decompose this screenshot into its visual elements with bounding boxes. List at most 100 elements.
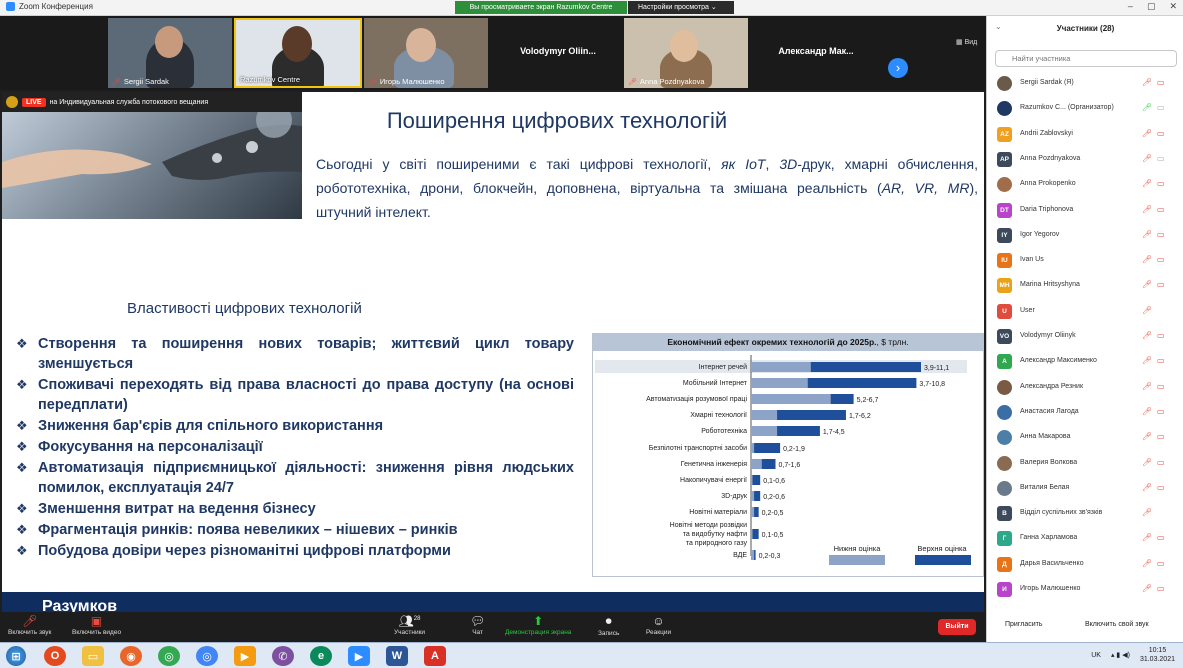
video-tile[interactable]: Александр Мак... <box>752 18 880 88</box>
participant-row[interactable]: Анастасия Лагода 🎤︎ ▭ <box>987 401 1183 426</box>
unmute-audio-button[interactable]: 🎤︎ Включить звук <box>8 614 51 636</box>
camera-off-icon[interactable]: ▭ <box>1157 584 1165 593</box>
language-indicator[interactable]: UK <box>1091 652 1101 659</box>
tray-icons[interactable]: ▴ ▮ ◀) <box>1111 651 1130 659</box>
word-icon[interactable]: W <box>386 646 408 666</box>
invite-button[interactable]: Пригласить <box>1005 621 1042 628</box>
participant-row[interactable]: А Александр Максименко 🎤︎ ▭ <box>987 350 1183 375</box>
camera-off-icon[interactable]: ▭ <box>1157 382 1165 391</box>
mic-off-icon[interactable]: 🎤︎ <box>1142 432 1152 441</box>
start-video-button[interactable]: ▣ Включить видео <box>72 614 121 636</box>
participant-row[interactable]: IU Ivan Us 🎤︎ ▭ <box>987 249 1183 274</box>
camera-off-icon[interactable]: ▭ <box>1157 230 1165 239</box>
camera-off-icon[interactable]: ▭ <box>1157 432 1165 441</box>
participant-search-input[interactable] <box>995 50 1177 67</box>
mic-off-icon[interactable]: 🎤︎ <box>1142 483 1152 492</box>
chrome-icon[interactable]: ◎ <box>158 646 180 666</box>
camera-off-icon[interactable]: ▭ <box>1157 458 1165 467</box>
mic-on-icon[interactable]: 🎤︎ <box>1142 103 1152 112</box>
start-menu-icon[interactable]: ⊞ <box>6 646 26 666</box>
participants-button[interactable]: 👥︎28 Участники <box>394 614 425 636</box>
unmute-self-button[interactable]: Включить свой звук <box>1085 621 1149 628</box>
mic-off-icon[interactable]: 🎤︎ <box>1142 280 1152 289</box>
leave-meeting-button[interactable]: Выйти <box>938 619 976 635</box>
reactions-button[interactable]: ☺ Реакции <box>646 614 671 636</box>
mic-off-icon[interactable]: 🎤︎ <box>1142 458 1152 467</box>
maximize-button[interactable]: ▢ <box>1147 1 1156 12</box>
record-icon: ⏺ <box>605 614 612 628</box>
camera-on-icon[interactable]: ▭ <box>1157 103 1165 112</box>
participant-row[interactable]: Валерия Волкова 🎤︎ ▭ <box>987 452 1183 477</box>
camera-off-icon[interactable]: ▭ <box>1157 407 1165 416</box>
viber-icon[interactable]: ✆ <box>272 646 294 666</box>
mic-off-icon[interactable]: 🎤︎ <box>1142 205 1152 214</box>
video-tile[interactable]: 🎤︎ Anna Pozdnyakova <box>624 18 748 88</box>
participant-row[interactable]: Виталия Белая 🎤︎ ▭ <box>987 477 1183 502</box>
camera-off-icon[interactable]: ▭ <box>1157 255 1165 264</box>
mic-off-icon[interactable]: 🎤︎ <box>1142 382 1152 391</box>
minimize-button[interactable]: – <box>1128 1 1133 12</box>
mic-off-icon[interactable]: 🎤︎ <box>1142 584 1152 593</box>
participant-row[interactable]: U User 🎤︎ <box>987 300 1183 325</box>
share-screen-button[interactable]: ⬆ Демонстрация экрана <box>505 614 571 636</box>
mic-off-icon[interactable]: 🎤︎ <box>1142 407 1152 416</box>
next-page-arrow-icon[interactable]: › <box>888 58 908 78</box>
participant-row[interactable]: В Відділ суспільних зв'язків 🎤︎ <box>987 502 1183 527</box>
camera-on-icon[interactable]: ▭ <box>1157 154 1165 163</box>
camera-off-icon[interactable]: ▭ <box>1157 483 1165 492</box>
view-toggle[interactable]: ▦ Вид <box>956 38 977 46</box>
opera-icon[interactable]: O <box>44 646 66 666</box>
camera-off-icon[interactable]: ▭ <box>1157 356 1165 365</box>
participant-row[interactable]: Александра Резник 🎤︎ ▭ <box>987 376 1183 401</box>
record-button[interactable]: ⏺ Запись <box>598 614 619 637</box>
mic-off-icon[interactable]: 🎤︎ <box>1142 508 1152 517</box>
mic-off-icon[interactable]: 🎤︎ <box>1142 255 1152 264</box>
zoom-taskbar-icon[interactable]: ▶ <box>348 646 370 666</box>
system-clock[interactable]: 10:15 31.03.2021 <box>1140 646 1175 664</box>
participant-row[interactable]: И Игорь Малюшенко 🎤︎ ▭ <box>987 578 1183 603</box>
camera-off-icon[interactable]: ▭ <box>1157 179 1165 188</box>
edge-icon[interactable]: e <box>310 646 332 666</box>
chrome-profile-icon[interactable]: ◎ <box>196 646 218 666</box>
mic-off-icon[interactable]: 🎤︎ <box>1142 179 1152 188</box>
participant-row[interactable]: DT Daria Triphonova 🎤︎ ▭ <box>987 199 1183 224</box>
camera-off-icon[interactable]: ▭ <box>1157 331 1165 340</box>
mic-off-icon[interactable]: 🎤︎ <box>1142 230 1152 239</box>
camera-off-icon[interactable]: ▭ <box>1157 559 1165 568</box>
firefox-icon[interactable]: ◉ <box>120 646 142 666</box>
mic-off-icon[interactable]: 🎤︎ <box>1142 533 1152 542</box>
mic-off-icon[interactable]: 🎤︎ <box>1142 306 1152 315</box>
video-tile[interactable]: 🎤︎ Игорь Малюшенко <box>364 18 488 88</box>
camera-off-icon[interactable]: ▭ <box>1157 533 1165 542</box>
mic-off-icon[interactable]: 🎤︎ <box>1142 356 1152 365</box>
mic-off-icon[interactable]: 🎤︎ <box>1142 154 1152 163</box>
camera-off-icon[interactable]: ▭ <box>1157 129 1165 138</box>
participant-row[interactable]: VO Volodymyr Oliinyk 🎤︎ ▭ <box>987 325 1183 350</box>
participant-row[interactable]: MH Marina Hritsyshyna 🎤︎ ▭ <box>987 274 1183 299</box>
participant-row[interactable]: Anna Prokopenko 🎤︎ ▭ <box>987 173 1183 198</box>
participant-row[interactable]: Sergii Sardak (Я) 🎤︎ ▭ <box>987 72 1183 97</box>
camera-off-icon[interactable]: ▭ <box>1157 205 1165 214</box>
video-tile-active[interactable]: Razumkov Centre <box>234 18 362 88</box>
view-options-button[interactable]: Настройки просмотра ⌄ <box>628 1 734 14</box>
video-tile[interactable]: 🎤︎ Sergii Sardak <box>108 18 232 88</box>
mic-off-icon[interactable]: 🎤︎ <box>1142 129 1152 138</box>
mic-off-icon[interactable]: 🎤︎ <box>1142 331 1152 340</box>
participant-row[interactable]: AZ Andrii Zablovskyi 🎤︎ ▭ <box>987 123 1183 148</box>
media-player-icon[interactable]: ▶ <box>234 646 256 666</box>
file-explorer-icon[interactable]: ▭ <box>82 646 104 666</box>
participant-row[interactable]: Razumkov C... (Организатор) 🎤︎ ▭ <box>987 97 1183 122</box>
mic-off-icon[interactable]: 🎤︎ <box>1142 559 1152 568</box>
participant-row[interactable]: AP Anna Pozdnyakova 🎤︎ ▭ <box>987 148 1183 173</box>
pdf-reader-icon[interactable]: A <box>424 646 446 666</box>
camera-off-icon[interactable]: ▭ <box>1157 280 1165 289</box>
camera-off-icon[interactable]: ▭ <box>1157 78 1165 87</box>
close-button[interactable]: ✕ <box>1169 1 1177 12</box>
participant-row[interactable]: Анна Макарова 🎤︎ ▭ <box>987 426 1183 451</box>
participant-row[interactable]: Г Ганна Харламова 🎤︎ ▭ <box>987 527 1183 552</box>
mic-off-icon[interactable]: 🎤︎ <box>1142 78 1152 87</box>
chat-button[interactable]: 💬︎ Чат <box>470 614 485 636</box>
video-tile[interactable]: Volodymyr Oliin... <box>494 18 622 88</box>
participant-row[interactable]: IY Igor Yegorov 🎤︎ ▭ <box>987 224 1183 249</box>
participant-row[interactable]: Д Дарья Васильченко 🎤︎ ▭ <box>987 553 1183 578</box>
